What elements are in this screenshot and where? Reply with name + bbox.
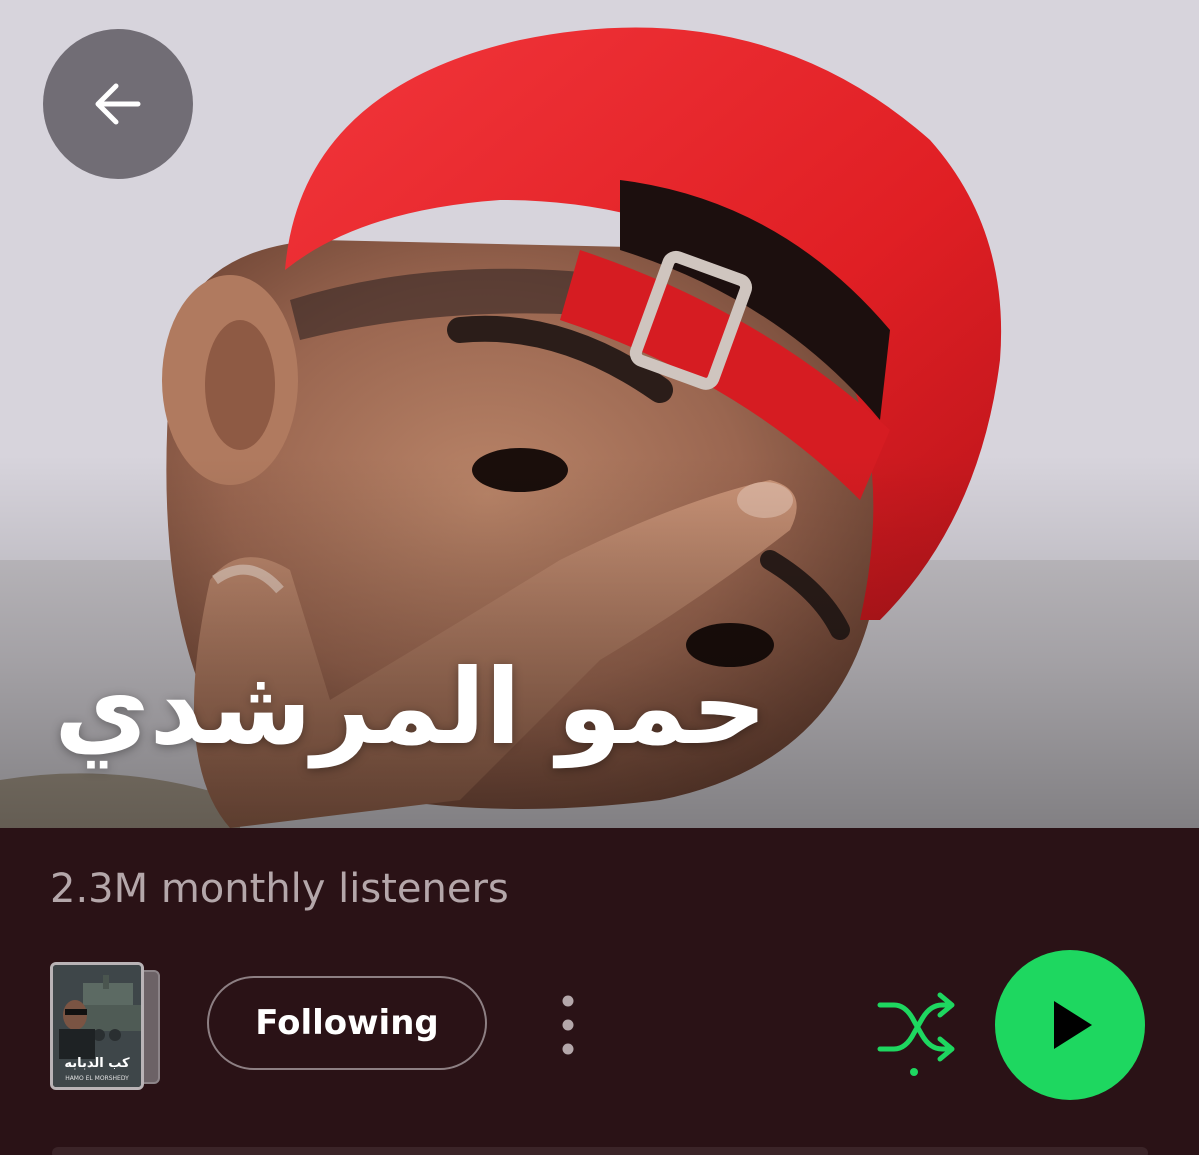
- shuffle-icon: [877, 992, 955, 1076]
- monthly-listeners: 2.3M monthly listeners: [50, 866, 509, 912]
- latest-release-preview[interactable]: كب الدبابه HAMO EL MORSHEDY: [50, 962, 160, 1090]
- back-button[interactable]: [43, 29, 193, 179]
- album-subtitle: HAMO EL MORSHEDY: [65, 1075, 129, 1082]
- album-cover: كب الدبابه HAMO EL MORSHEDY: [50, 962, 144, 1090]
- more-options-button[interactable]: [540, 985, 596, 1065]
- shuffle-button[interactable]: [866, 985, 962, 1081]
- next-section-edge: [52, 1147, 1148, 1155]
- arrow-left-icon: [95, 83, 141, 125]
- album-title: كب الدبابه: [64, 1056, 130, 1071]
- artist-page: حمو المرشدي 2.3M monthly listeners كب ال…: [0, 0, 1199, 1155]
- artist-name: حمو المرشدي: [54, 646, 767, 768]
- action-bar: كب الدبابه HAMO EL MORSHEDY Following: [0, 945, 1199, 1105]
- following-button[interactable]: Following: [207, 976, 487, 1070]
- artist-header-image: حمو المرشدي: [0, 0, 1199, 828]
- more-vertical-icon: [562, 995, 574, 1055]
- play-icon: [1054, 1001, 1092, 1049]
- play-button[interactable]: [995, 950, 1145, 1100]
